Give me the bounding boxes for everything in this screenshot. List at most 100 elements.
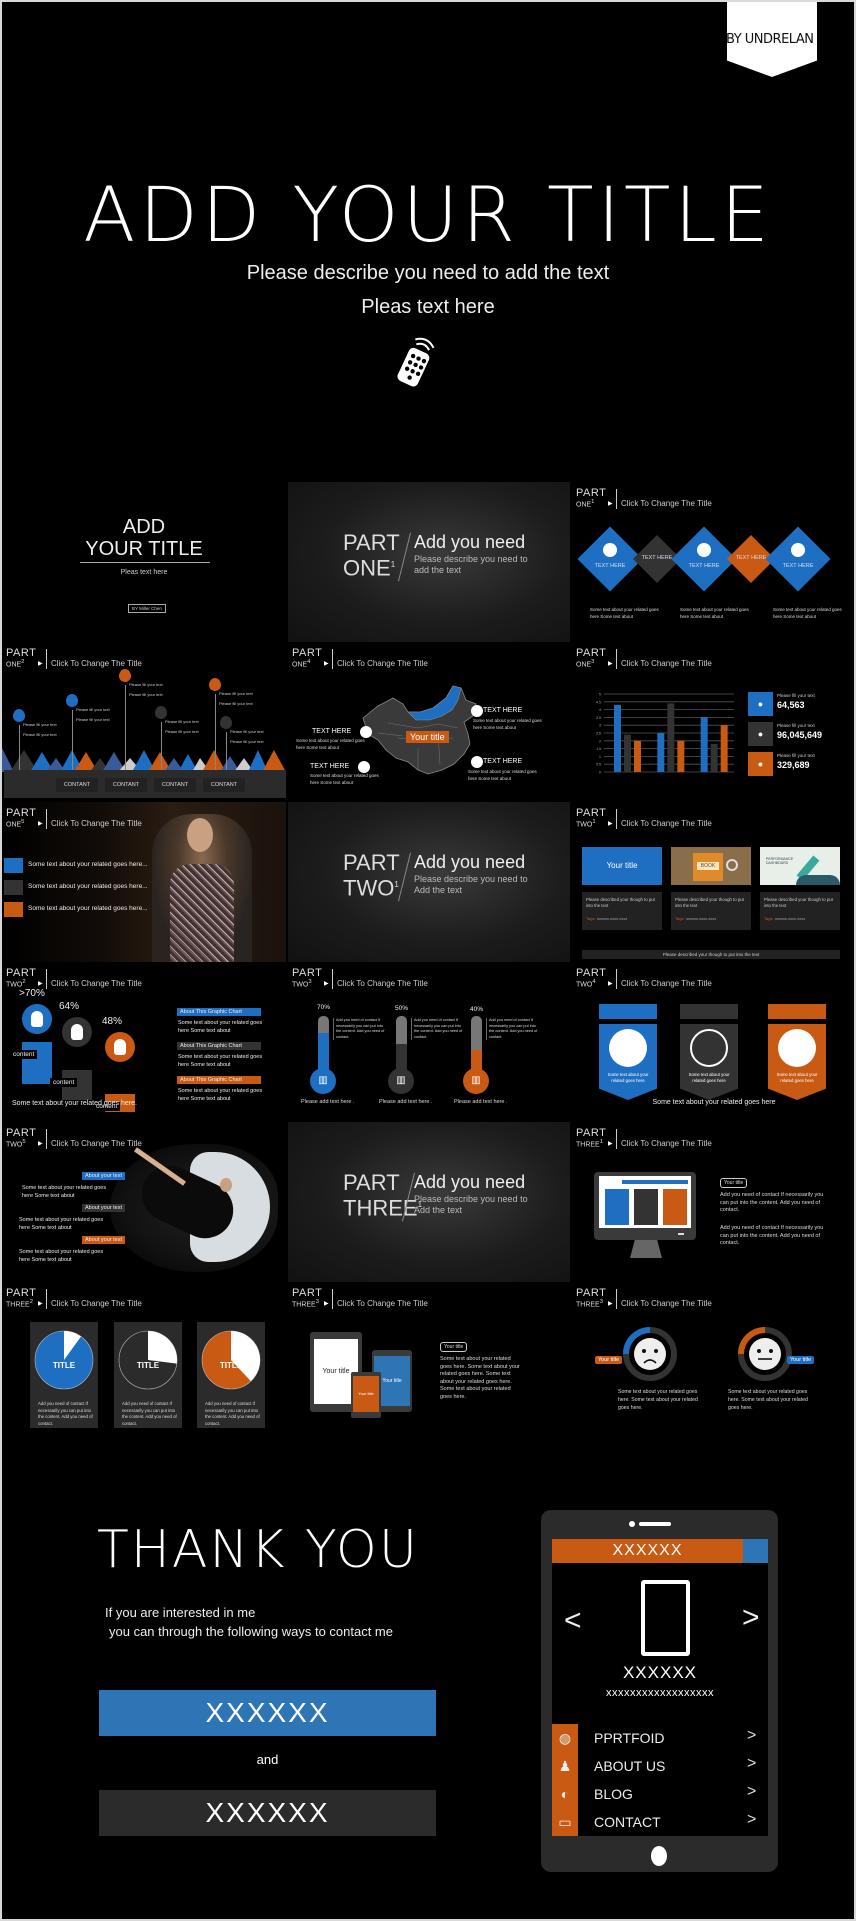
- prev-arrow-icon[interactable]: <: [564, 1604, 582, 1638]
- tongue-face-icon: [749, 1338, 781, 1370]
- card-text: Please described your though to put into…: [586, 897, 655, 908]
- slide-part-two-1[interactable]: PART TWO1 ▶ Click To Change The Title Your …: [572, 802, 854, 962]
- slide-cover[interactable]: ADD YOUR TITLE Pleas text here BY Miller…: [2, 480, 286, 640]
- camera-dot: [629, 1521, 635, 1527]
- play-icon: ▶: [38, 661, 43, 667]
- bar-series-3-1: [634, 740, 641, 772]
- stat-label: Please fill your text: [777, 693, 815, 698]
- stat-label: Please fill your text: [777, 753, 815, 758]
- slide-part-one-section[interactable]: PART ONE1 Add you need Please describe yo…: [288, 482, 570, 642]
- slide-header: PART ONE3 ▶ Click To Change The Title: [576, 647, 712, 669]
- tile-rocket-illustration[interactable]: PERFORMANCE DASHBOARD: [760, 847, 840, 885]
- device-text: Some text about your related goes here. …: [440, 1356, 520, 1400]
- tile-your-title[interactable]: Your title: [582, 847, 662, 885]
- thermometer-label: Please add text here .: [301, 1099, 355, 1105]
- description-card[interactable]: Please described your though to put into…: [760, 892, 840, 930]
- balloon-stick: [226, 732, 227, 770]
- home-button[interactable]: [651, 1846, 667, 1866]
- contant-button[interactable]: CONTANT: [154, 778, 196, 792]
- diamond-label: TEXT HERE: [688, 563, 720, 569]
- next-arrow-icon[interactable]: >: [742, 1601, 760, 1635]
- menu-item-blog[interactable]: ◐ BLOG >: [552, 1780, 768, 1808]
- pie-card[interactable]: TITLE Add you need of contact If necessar…: [114, 1322, 182, 1428]
- percent-label: >70%: [19, 988, 45, 999]
- contact-button-1[interactable]: XXXXXX: [99, 1690, 436, 1736]
- thermometer-fill: [318, 1032, 329, 1072]
- presentation-preview: BY UNDRELAN ADD YOUR TITLE Please descri…: [2, 2, 854, 1919]
- thermometer-note: Add you need of contact If necessarily y…: [411, 1018, 463, 1040]
- play-icon: ▶: [324, 661, 329, 667]
- contant-button[interactable]: CONTANT: [203, 778, 245, 792]
- legend-text: Some text about your related goes here S…: [178, 1054, 263, 1068]
- diamond-caption: Some text about your related goes here S…: [590, 607, 659, 619]
- slide-part-two-5[interactable]: PART TWO5 ▶ Click To Change The Title About…: [2, 1122, 286, 1282]
- slide-header: PART THREE3 ▶ Click To Change The Title: [576, 1287, 712, 1309]
- thermometer-label: Please add text here .: [454, 1099, 508, 1105]
- slide-part-one-2[interactable]: PART ONE2 ▶ Click To Change The Title Pleas…: [2, 642, 286, 802]
- tile-book-illustration[interactable]: BOOK: [671, 847, 751, 885]
- slide-part-three-1[interactable]: PART THREE1 ▶ Click To Change The Title You…: [572, 1122, 854, 1282]
- contant-button[interactable]: CONTANT: [105, 778, 147, 792]
- pie-card[interactable]: TITLE Add you need of contact If necessar…: [30, 1322, 98, 1428]
- face-eye: [642, 1349, 646, 1353]
- play-icon: ▶: [38, 821, 43, 827]
- callout-text: Some text about your related goes here S…: [468, 769, 537, 781]
- paragraph-2: Add you need of contact If necessarily y…: [720, 1225, 824, 1246]
- slide-part-three-section[interactable]: PART THREE1 Add you need Please describe …: [288, 1122, 570, 1282]
- slide-header: PART ONE2 ▶ Click To Change The Title: [6, 647, 142, 669]
- menu-item-contact[interactable]: ▭ CONTACT >: [552, 1808, 768, 1836]
- y-tick-label: 0.5: [596, 763, 601, 767]
- balloon-text: Please fill your text: [230, 729, 264, 734]
- notepad-icon: ▥: [388, 1068, 414, 1094]
- menu-item-about-us[interactable]: ♟ ABOUT US >: [552, 1752, 768, 1780]
- cover-add: ADD: [122, 516, 166, 538]
- menu-item-pprtfoid[interactable]: ◍ PPRTFOID >: [552, 1724, 768, 1752]
- building-icon: ▥: [463, 1068, 489, 1094]
- slide-part-three-2[interactable]: PART THREE2 ▶ Click To Change The Title TIT…: [2, 1282, 286, 1442]
- banner-top: [680, 1004, 738, 1019]
- stat-value: 96,045,649: [777, 730, 823, 740]
- phone-mockup: XXXXXX < > XXXXXX xxxxxxxxxxxxxxxxxx ◍ PP…: [541, 1510, 778, 1872]
- slide-header: PART TWO4 ▶ Click To Change The Title: [576, 967, 712, 989]
- description-card[interactable]: Please described your though to put into…: [582, 892, 662, 930]
- slide-header: PART THREE2 ▶ Click To Change The Title: [6, 1287, 142, 1309]
- slide-part-three-4[interactable]: PART THREE3 ▶ Click To Change The Title You…: [572, 1282, 854, 1442]
- slide-part-two-2[interactable]: PART TWO2 ▶ Click To Change The Title >70% c…: [2, 962, 286, 1122]
- section-heading: Add you need: [414, 852, 526, 872]
- callout-text: Some text about your related goes here S…: [473, 718, 542, 730]
- person-glyph: [71, 1024, 83, 1040]
- tire-icon: [791, 543, 805, 557]
- cover-sub: Pleas text here: [120, 569, 168, 576]
- color-swatch: [4, 858, 23, 873]
- play-icon: ▶: [608, 1301, 613, 1307]
- hero-title: ADD YOUR TITLE: [83, 170, 773, 259]
- banner-caption: Some text about your related goes here: [652, 1099, 776, 1106]
- hero-subtitle: Please describe you need to add the text: [246, 262, 610, 284]
- cover-title: YOUR TITLE: [85, 538, 203, 560]
- legend-text: Some text about your related goes here S…: [178, 1020, 263, 1034]
- contact-button-2[interactable]: XXXXXX: [99, 1790, 436, 1836]
- slide-part-one-4[interactable]: PART ONE4 ▶ Click To Change The Title Your …: [288, 642, 572, 802]
- pin-icon: [471, 756, 483, 768]
- slide-header: PART ONE5 ▶ Click To Change The Title: [6, 807, 142, 829]
- description-card[interactable]: Please described your though to put into…: [671, 892, 751, 930]
- slide-part-one-3[interactable]: PART ONE3 ▶ Click To Change The Title 0 0.5 1…: [572, 642, 854, 802]
- pie-card[interactable]: TITLE Add you need of contact If necessar…: [197, 1322, 265, 1428]
- footer-bar: Please described your though to put into…: [582, 950, 840, 959]
- balloon-text: Please fill your text: [76, 717, 110, 722]
- remote-control-icon: [397, 337, 435, 387]
- slide-part-three-3[interactable]: PART THREE3 ▶ Click To Change The Title You…: [288, 1282, 572, 1442]
- folder-icon: ▭: [552, 1808, 578, 1836]
- author-ribbon: BY UNDRELAN: [727, 2, 817, 77]
- balloon-text: Please fill your text: [129, 682, 163, 687]
- contant-button[interactable]: CONTANT: [56, 778, 98, 792]
- slide-part-one-1[interactable]: PART ONE1 ▶ Click To Change The Title TEXT …: [572, 482, 854, 642]
- slide-part-two-4[interactable]: PART TWO4 ▶ Click To Change The Title Some …: [572, 962, 854, 1122]
- diamond-5[interactable]: [765, 526, 831, 592]
- slide-part-two-section[interactable]: PART TWO1 Add you need Please describe yo…: [288, 802, 570, 962]
- slide-part-one-5[interactable]: PART ONE5 ▶ Click To Change The Title Some …: [2, 802, 286, 962]
- section-desc: Please describe you need to Add the text: [414, 874, 528, 895]
- slide-part-two-3[interactable]: PART TWO3 ▶ Click To Change The Title 70% ▥ A…: [288, 962, 572, 1122]
- group-icon: ●: [748, 692, 773, 716]
- pie-chart: [34, 1330, 94, 1390]
